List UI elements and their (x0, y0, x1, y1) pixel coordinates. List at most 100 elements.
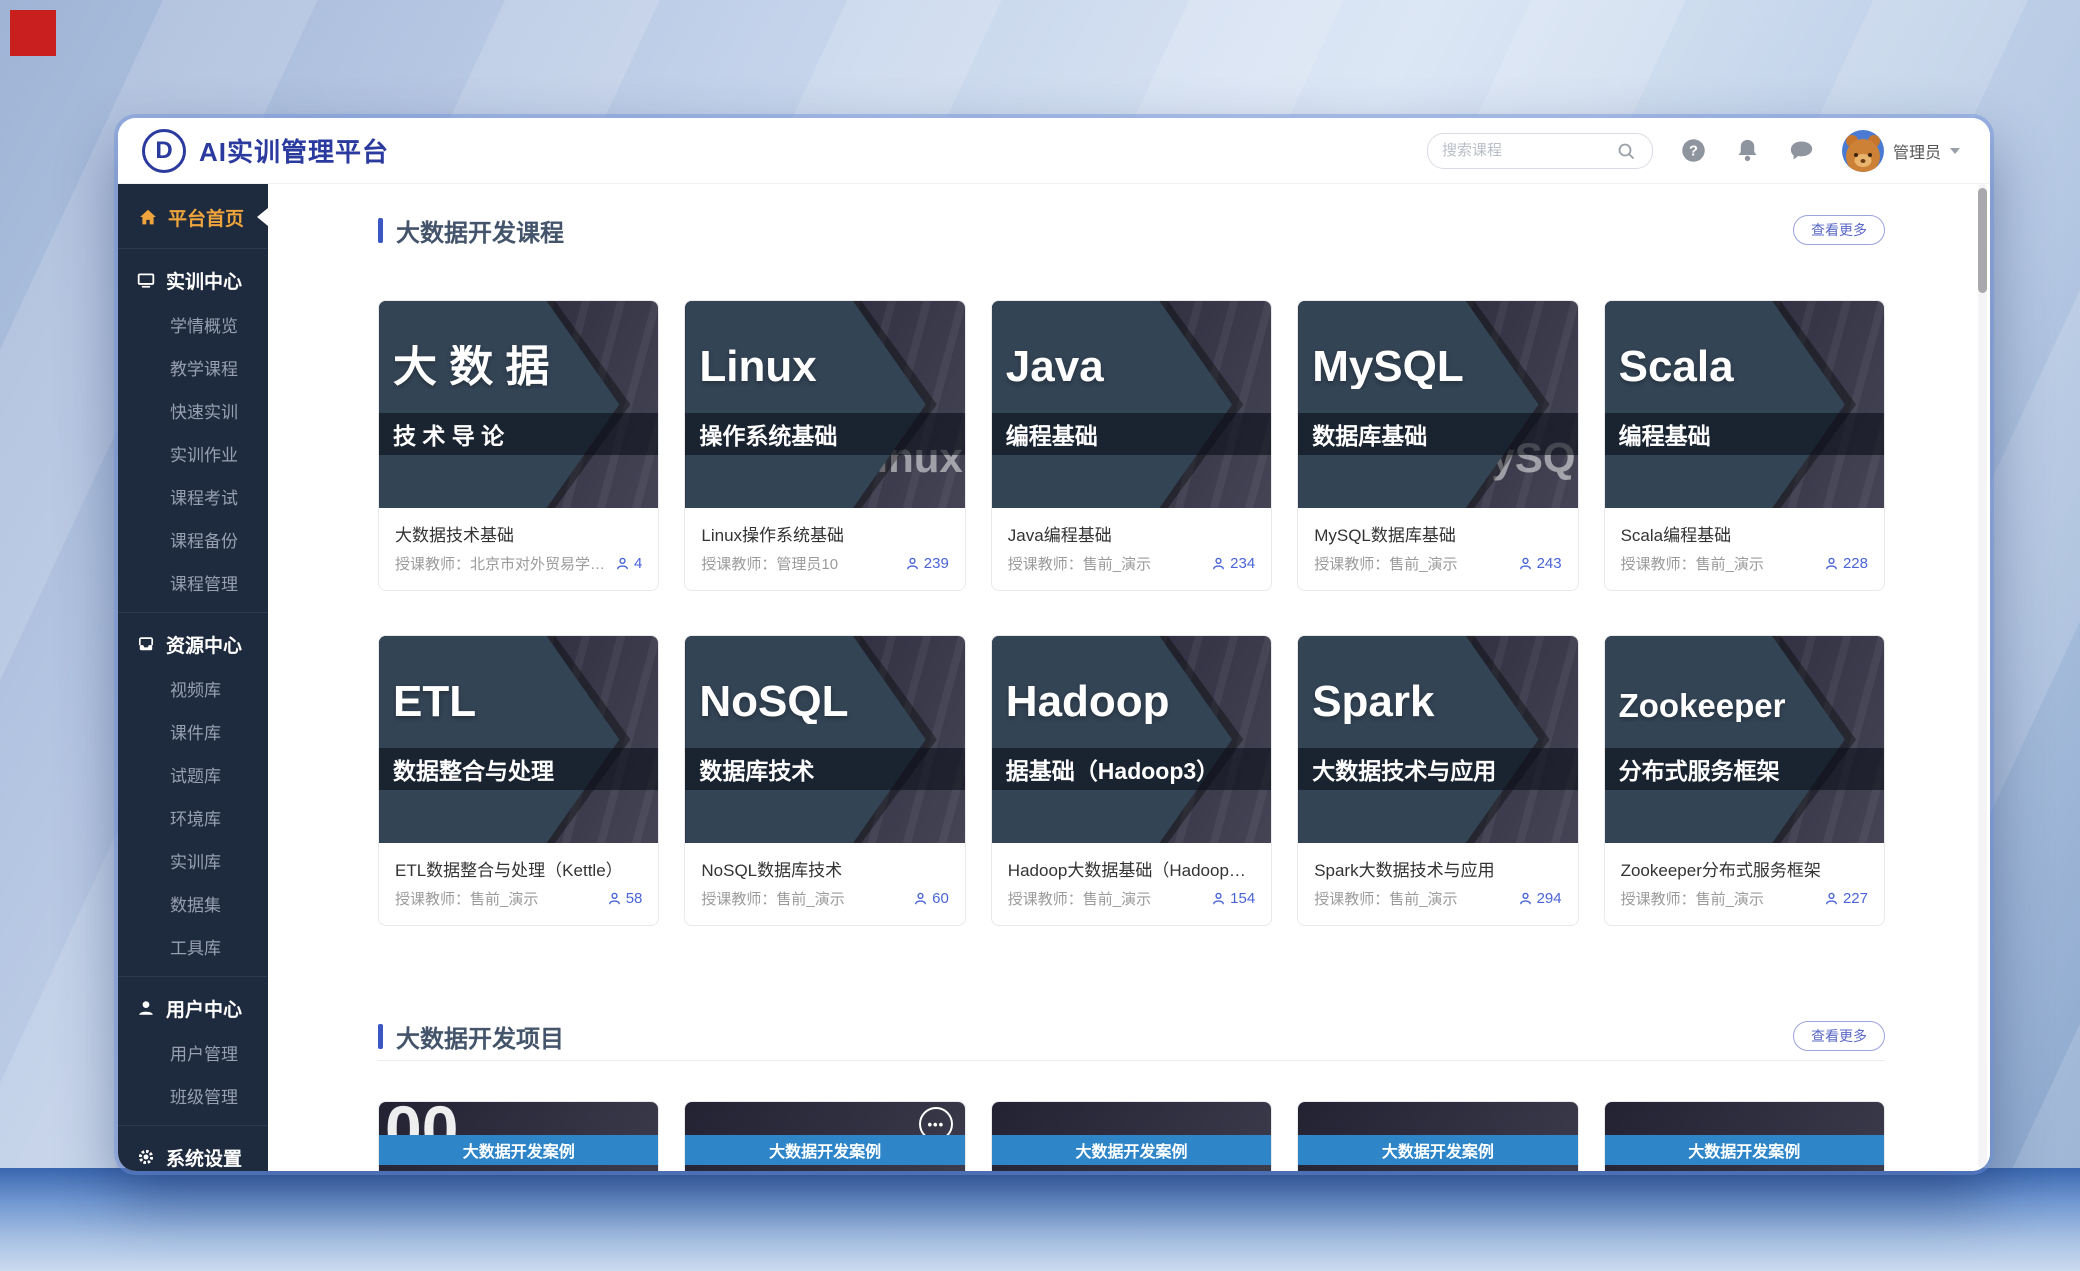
section-accent-bar (378, 218, 383, 243)
sidebar-group: 用户中心 用户管理班级管理 (118, 985, 268, 1126)
cover-title: Zookeeper (1619, 689, 1874, 722)
section-title: 大数据开发项目 (396, 1019, 564, 1054)
project-card[interactable]: 00 大数据开发案例 (378, 1101, 659, 1171)
course-card[interactable]: Java 编程基础 Java编程基础 授课教师：售前_演示 234 (991, 300, 1272, 591)
desktop-background: D AI实训管理平台 ? (0, 0, 2080, 1271)
sidebar-item[interactable]: 学情概览 (118, 303, 268, 346)
sidebar-item[interactable]: 课程备份 (118, 518, 268, 561)
person-icon (913, 891, 928, 906)
user-name: 管理员 (1893, 139, 1941, 163)
cover-subtitle-band: 编程基础 (1605, 413, 1884, 455)
cover-title: Java (1006, 345, 1261, 389)
project-card[interactable]: 大数据开发案例 (1604, 1101, 1885, 1171)
sidebar-item[interactable]: 数据集 (118, 882, 268, 925)
person-icon (1824, 891, 1839, 906)
course-card[interactable]: Spark 大数据技术与应用 Spark大数据技术与应用 授课教师：售前_演示 … (1297, 635, 1578, 926)
monitor-icon (137, 271, 155, 289)
course-card[interactable]: MySQ MySQL 数据库基础 MySQL数据库基础 授课教师：售前_演示 2… (1297, 300, 1578, 591)
cover-subtitle-band: 分布式服务框架 (1605, 748, 1884, 790)
cover-subtitle: 分布式服务框架 (1619, 752, 1780, 786)
help-icon[interactable]: ? (1680, 137, 1707, 164)
cover-subtitle-band: 技 术 导 论 (379, 413, 658, 455)
course-grid-row-2: ETL 数据整合与处理 ETL数据整合与处理（Kettle） 授课教师：售前_演… (378, 635, 1885, 926)
user-avatar[interactable] (1842, 130, 1884, 172)
course-teacher: 授课教师：管理员10 (701, 553, 904, 574)
course-title: Zookeeper分布式服务框架 (1621, 856, 1868, 881)
sidebar-item[interactable]: 班级管理 (118, 1074, 268, 1117)
course-meta: 授课教师：售前_演示 154 (1008, 888, 1255, 909)
search-input[interactable] (1440, 141, 1605, 160)
gear-icon (137, 1148, 155, 1166)
course-card[interactable]: Linux Linux 操作系统基础 Linux操作系统基础 授课教师：管理员1… (684, 300, 965, 591)
sidebar-item-home[interactable]: 平台首页 (118, 194, 268, 240)
course-meta: 授课教师：售前_演示 60 (701, 888, 948, 909)
home-icon (139, 208, 157, 226)
view-more-button[interactable]: 查看更多 (1793, 215, 1885, 245)
sidebar-item[interactable]: 用户管理 (118, 1031, 268, 1074)
student-count: 60 (913, 890, 949, 907)
sidebar-section[interactable]: 系统设置 (118, 1134, 268, 1171)
sidebar-item[interactable]: 课程考试 (118, 475, 268, 518)
project-card[interactable]: 大数据开发案例 (991, 1101, 1272, 1171)
sidebar-item[interactable]: 实训作业 (118, 432, 268, 475)
student-count-value: 154 (1230, 890, 1255, 907)
sidebar-section[interactable]: 实训中心 (118, 257, 268, 303)
student-count: 234 (1211, 555, 1255, 572)
course-meta: 授课教师：售前_演示 58 (395, 888, 642, 909)
cover-arrow (1605, 301, 1884, 508)
course-card[interactable]: Zookeeper 分布式服务框架 Zookeeper分布式服务框架 授课教师：… (1604, 635, 1885, 926)
course-cover: 大 数 据 技 术 导 论 (379, 301, 658, 508)
search-icon[interactable] (1613, 137, 1640, 164)
course-card[interactable]: NoSQL 数据库技术 NoSQL数据库技术 授课教师：售前_演示 60 (684, 635, 965, 926)
cover-subtitle: 据基础（Hadoop3） (1006, 752, 1219, 786)
project-cover: ••• 大数据开发案例 (685, 1102, 964, 1171)
user-menu[interactable]: 管理员 (1842, 130, 1960, 172)
student-count: 294 (1518, 890, 1562, 907)
cover-subtitle-band: 数据库基础 (1298, 413, 1577, 455)
cover-arrow (379, 301, 658, 508)
brand: D AI实训管理平台 (142, 129, 389, 173)
scrollbar-thumb[interactable] (1978, 188, 1987, 293)
cover-title: Spark (1312, 680, 1567, 724)
sidebar-group: 系统设置 (118, 1134, 268, 1171)
sidebar-item[interactable]: 环境库 (118, 796, 268, 839)
sidebar-item[interactable]: 视频库 (118, 667, 268, 710)
course-teacher: 授课教师：售前_演示 (395, 888, 607, 909)
project-card[interactable]: 大数据开发案例 (1297, 1101, 1578, 1171)
section-accent-bar (378, 1024, 383, 1049)
user-icon (137, 999, 155, 1017)
project-cover: 大数据开发案例 (1605, 1102, 1884, 1171)
cover-subtitle: 数据库基础 (1312, 417, 1427, 451)
course-card[interactable]: 大 数 据 技 术 导 论 大数据技术基础 授课教师：北京市对外贸易学校教...… (378, 300, 659, 591)
course-title: Java编程基础 (1008, 521, 1255, 546)
sidebar-item[interactable]: 工具库 (118, 925, 268, 968)
course-title: Scala编程基础 (1621, 521, 1868, 546)
sidebar-item[interactable]: 快速实训 (118, 389, 268, 432)
cover-title: NoSQL (699, 680, 954, 724)
bell-icon[interactable] (1734, 137, 1761, 164)
cover-subtitle: 大数据技术与应用 (1312, 752, 1496, 786)
course-teacher: 授课教师：售前_演示 (1008, 888, 1211, 909)
project-banner: 大数据开发案例 (685, 1135, 964, 1165)
course-card[interactable]: Scala 编程基础 Scala编程基础 授课教师：售前_演示 228 (1604, 300, 1885, 591)
course-card[interactable]: ETL 数据整合与处理 ETL数据整合与处理（Kettle） 授课教师：售前_演… (378, 635, 659, 926)
sidebar-item[interactable]: 课件库 (118, 710, 268, 753)
search-box[interactable] (1427, 133, 1653, 169)
sidebar-item[interactable]: 试题库 (118, 753, 268, 796)
sidebar-section[interactable]: 用户中心 (118, 985, 268, 1031)
course-title: MySQL数据库基础 (1314, 521, 1561, 546)
cover-title: Hadoop (1006, 680, 1261, 724)
sidebar-section[interactable]: 资源中心 (118, 621, 268, 667)
course-card[interactable]: Hadoop 据基础（Hadoop3） Hadoop大数据基础（Hadoop3）… (991, 635, 1272, 926)
student-count-value: 227 (1843, 890, 1868, 907)
student-count: 227 (1824, 890, 1868, 907)
view-more-button[interactable]: 查看更多 (1793, 1021, 1885, 1051)
sidebar-item[interactable]: 教学课程 (118, 346, 268, 389)
project-card[interactable]: ••• 大数据开发案例 (684, 1101, 965, 1171)
course-title: ETL数据整合与处理（Kettle） (395, 856, 642, 881)
scrollbar-track[interactable] (1978, 184, 1987, 1168)
course-meta: 授课教师：售前_演示 294 (1314, 888, 1561, 909)
sidebar-item[interactable]: 课程管理 (118, 561, 268, 604)
message-icon[interactable] (1788, 137, 1815, 164)
sidebar-item[interactable]: 实训库 (118, 839, 268, 882)
